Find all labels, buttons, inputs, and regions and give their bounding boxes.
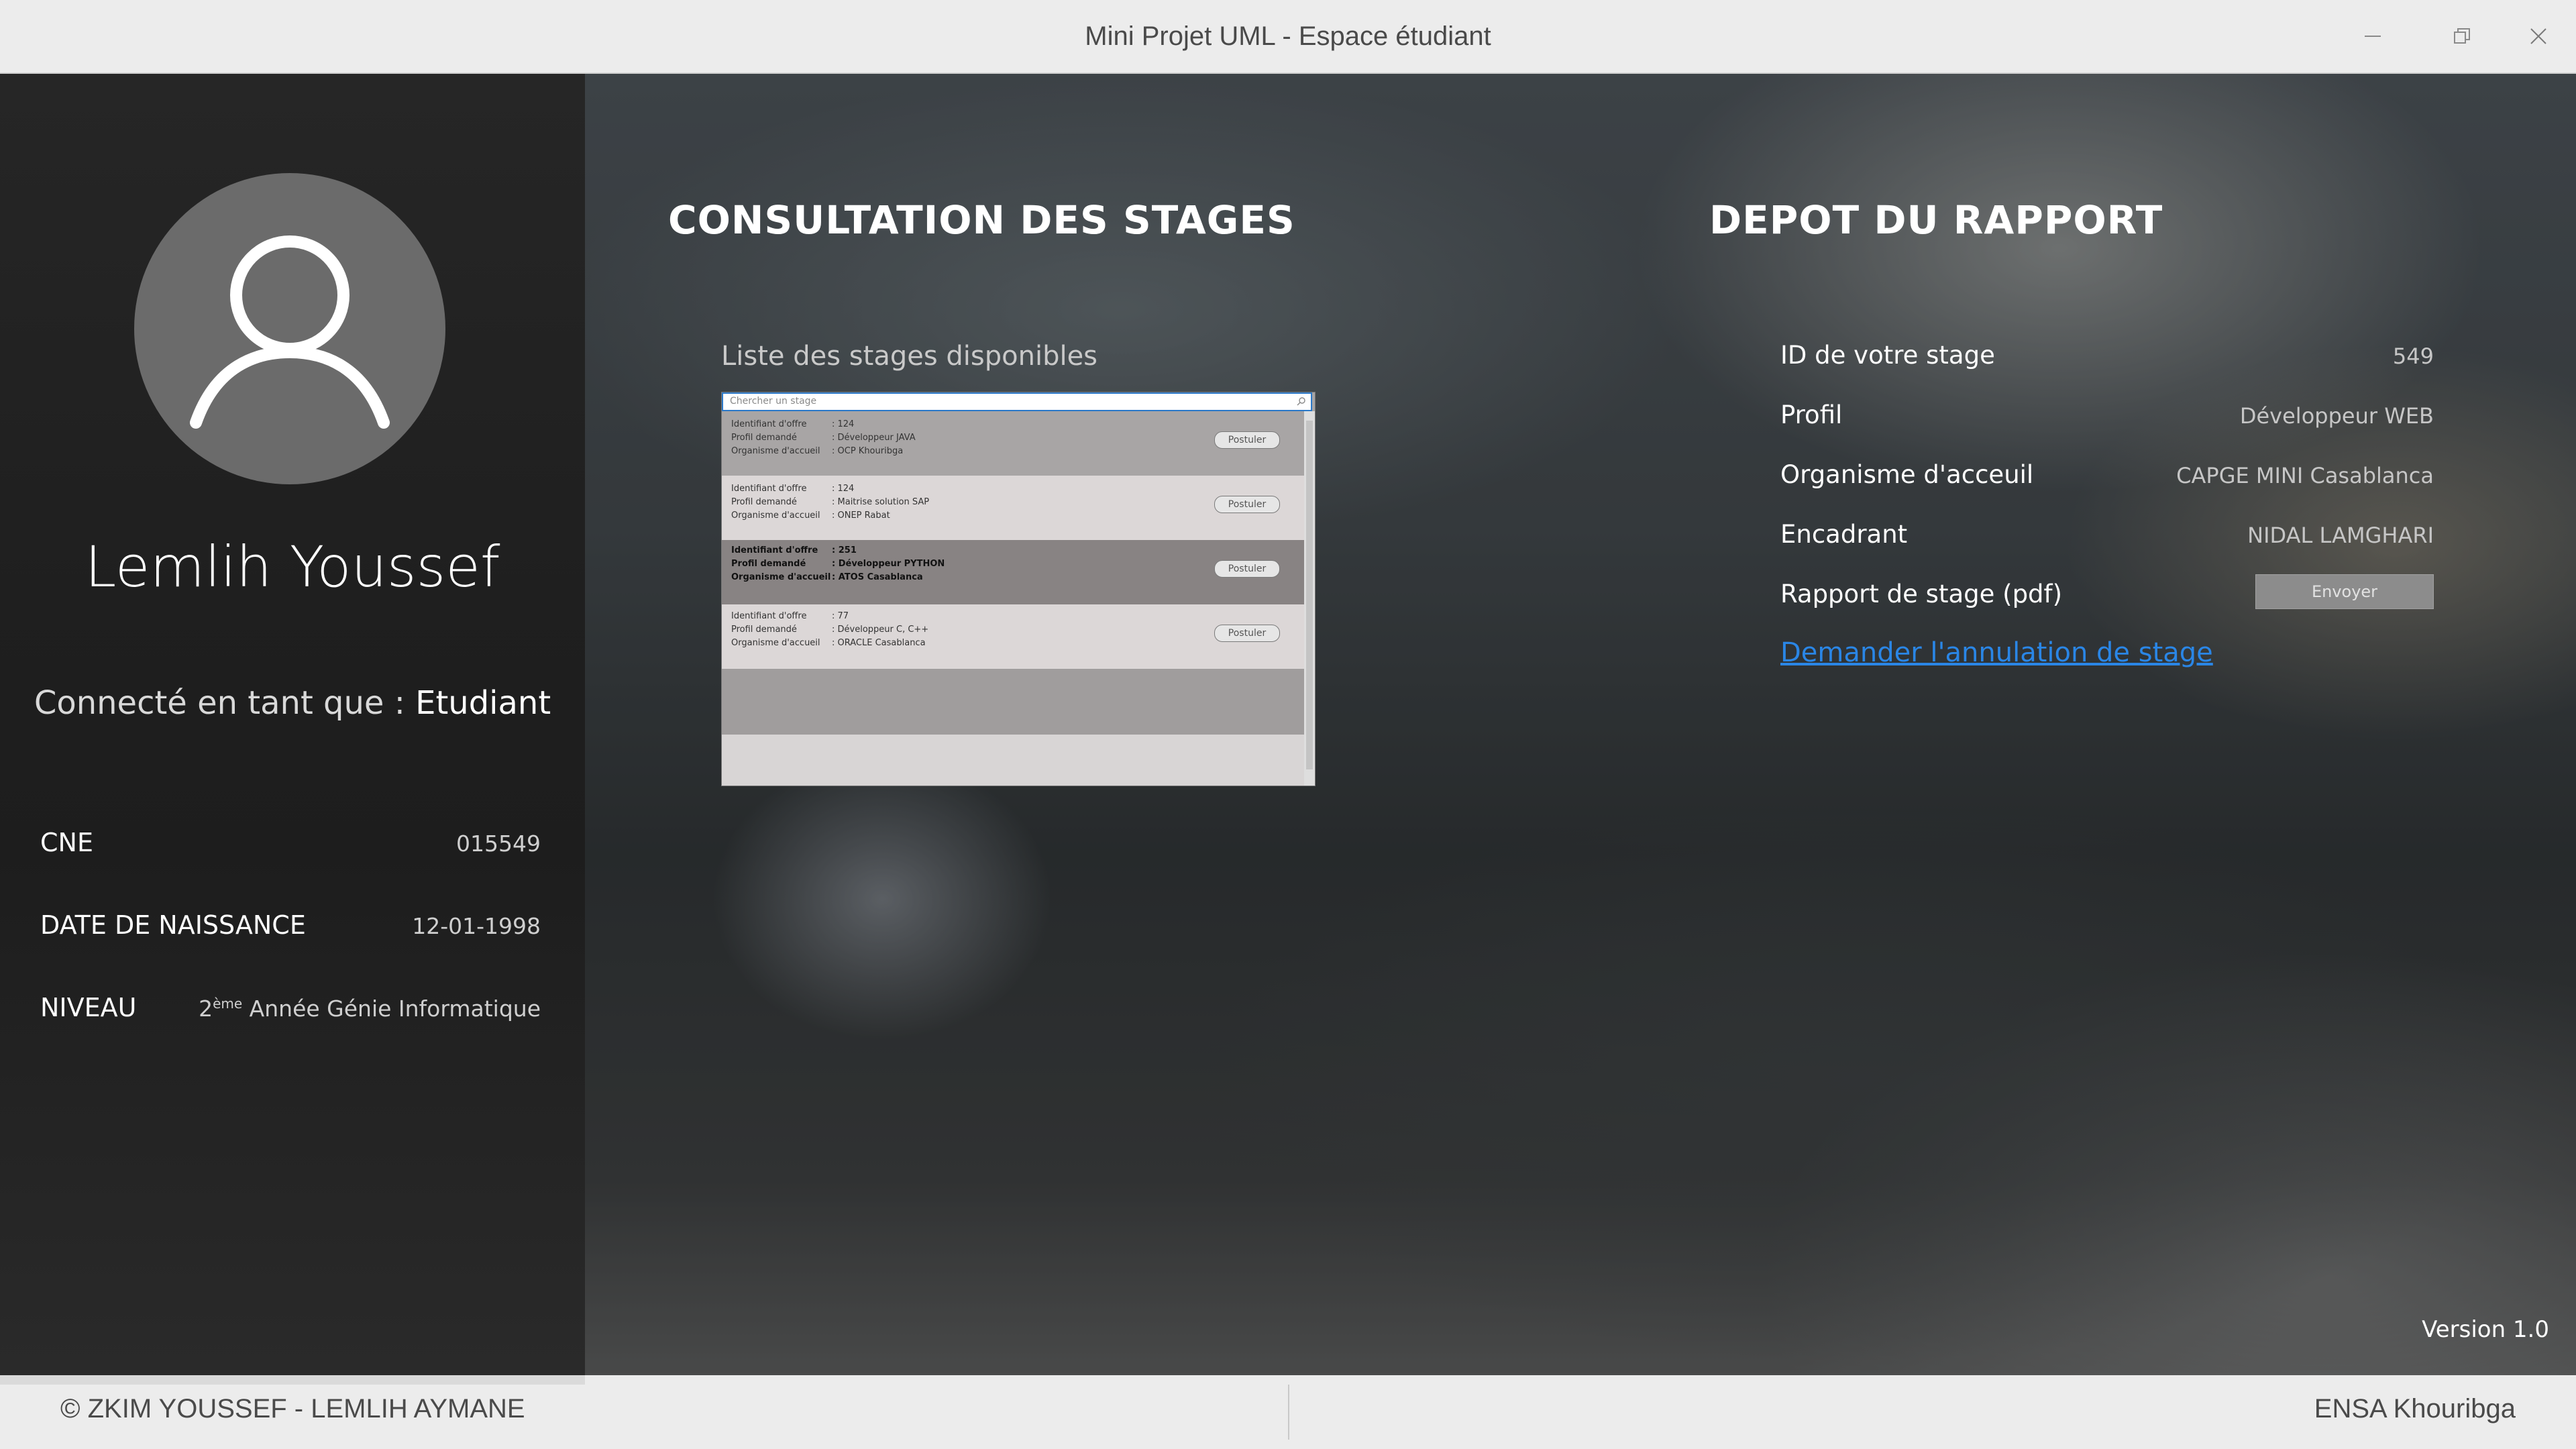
stage-id-label: ID de votre stage — [1780, 341, 1995, 370]
report-row: Rapport de stage (pdf) Envoyer — [1780, 574, 2434, 620]
minimize-button[interactable] — [2335, 0, 2410, 72]
encadrant-value: NIDAL LAMGHARI — [2247, 523, 2434, 548]
list-empty-area — [722, 669, 1304, 735]
minimize-icon — [2365, 36, 2381, 37]
close-button[interactable] — [2501, 0, 2576, 72]
list-item[interactable]: Identifiant d'offre: 77 Profil demandé: … — [722, 604, 1304, 669]
list-item[interactable]: Identifiant d'offre: 124 Profil demandé:… — [722, 411, 1304, 476]
consultation-heading: CONSULTATION DES STAGES — [668, 197, 1295, 243]
level-row: NIVEAU 2ème Année Génie Informatique — [40, 993, 541, 1033]
list-empty-area — [722, 735, 1304, 786]
connected-prefix: Connecté en tant que : — [34, 684, 416, 722]
avatar — [134, 173, 445, 484]
cne-value: 015549 — [456, 830, 541, 857]
report-label: Rapport de stage (pdf) — [1780, 580, 2063, 608]
cne-row: CNE 015549 — [40, 828, 541, 868]
school-name: ENSA Khouribga — [2314, 1394, 2516, 1424]
send-report-button[interactable]: Envoyer — [2255, 574, 2434, 609]
cne-label: CNE — [40, 828, 93, 857]
postuler-button[interactable]: Postuler — [1214, 560, 1280, 578]
encadrant-row: Encadrant NIDAL LAMGHARI — [1780, 520, 2434, 560]
postuler-button[interactable]: Postuler — [1214, 625, 1280, 642]
profil-row: Profil Développeur WEB — [1780, 400, 2434, 441]
list-label: Liste des stages disponibles — [721, 341, 1098, 372]
list-scrollbar[interactable] — [1304, 411, 1315, 786]
postuler-button[interactable]: Postuler — [1214, 496, 1280, 513]
window-title: Mini Projet UML - Espace étudiant — [1085, 21, 1491, 51]
depot-heading: DEPOT DU RAPPORT — [1709, 197, 2163, 243]
footer: © ZKIM YOUSSEF - LEMLIH AYMANE ENSA Khou… — [0, 1375, 2576, 1449]
search-input[interactable]: Chercher un stage — [722, 392, 1312, 411]
student-sidebar: Lemlih Youssef Connecté en tant que : Et… — [0, 74, 585, 1375]
title-bar: Mini Projet UML - Espace étudiant — [0, 0, 2576, 74]
organisme-label: Organisme d'acceuil — [1780, 460, 2034, 489]
cancel-stage-link[interactable]: Demander l'annulation de stage — [1780, 637, 2213, 668]
list-item-selected[interactable]: Identifiant d'offre: 251 Profil demandé:… — [722, 540, 1304, 604]
version-label: Version 1.0 — [2422, 1316, 2549, 1343]
organisme-value: CAPGE MINI Casablanca — [2176, 463, 2434, 488]
profil-value: Développeur WEB — [2239, 403, 2434, 429]
role-value: Etudiant — [415, 684, 551, 722]
postuler-button[interactable]: Postuler — [1214, 431, 1280, 449]
footer-divider — [1288, 1385, 1289, 1440]
profil-label: Profil — [1780, 400, 1843, 429]
close-icon — [2530, 28, 2546, 44]
birthdate-label: DATE DE NAISSANCE — [40, 910, 306, 940]
organisme-row: Organisme d'acceuil CAPGE MINI Casablanc… — [1780, 460, 2434, 500]
stage-id-row: ID de votre stage 549 — [1780, 341, 2434, 381]
stage-list: Chercher un stage Identifiant d'offre: 1… — [721, 392, 1316, 786]
birthdate-value: 12-01-1998 — [412, 913, 541, 939]
level-label: NIVEAU — [40, 993, 137, 1022]
restore-icon — [2454, 28, 2470, 44]
user-name: Lemlih Youssef — [85, 534, 500, 600]
copyright-text: © ZKIM YOUSSEF - LEMLIH AYMANE — [60, 1394, 525, 1424]
restore-button[interactable] — [2424, 0, 2500, 72]
user-icon — [190, 235, 390, 429]
encadrant-label: Encadrant — [1780, 520, 1908, 549]
search-icon[interactable] — [1296, 396, 1307, 407]
list-item[interactable]: Identifiant d'offre: 124 Profil demandé:… — [722, 476, 1304, 540]
search-placeholder: Chercher un stage — [730, 396, 817, 407]
stage-id-value: 549 — [2392, 343, 2434, 369]
level-value: 2ème Année Génie Informatique — [199, 996, 541, 1022]
connected-role: Connecté en tant que : Etudiant — [0, 684, 585, 722]
birthdate-row: DATE DE NAISSANCE 12-01-1998 — [40, 910, 541, 951]
